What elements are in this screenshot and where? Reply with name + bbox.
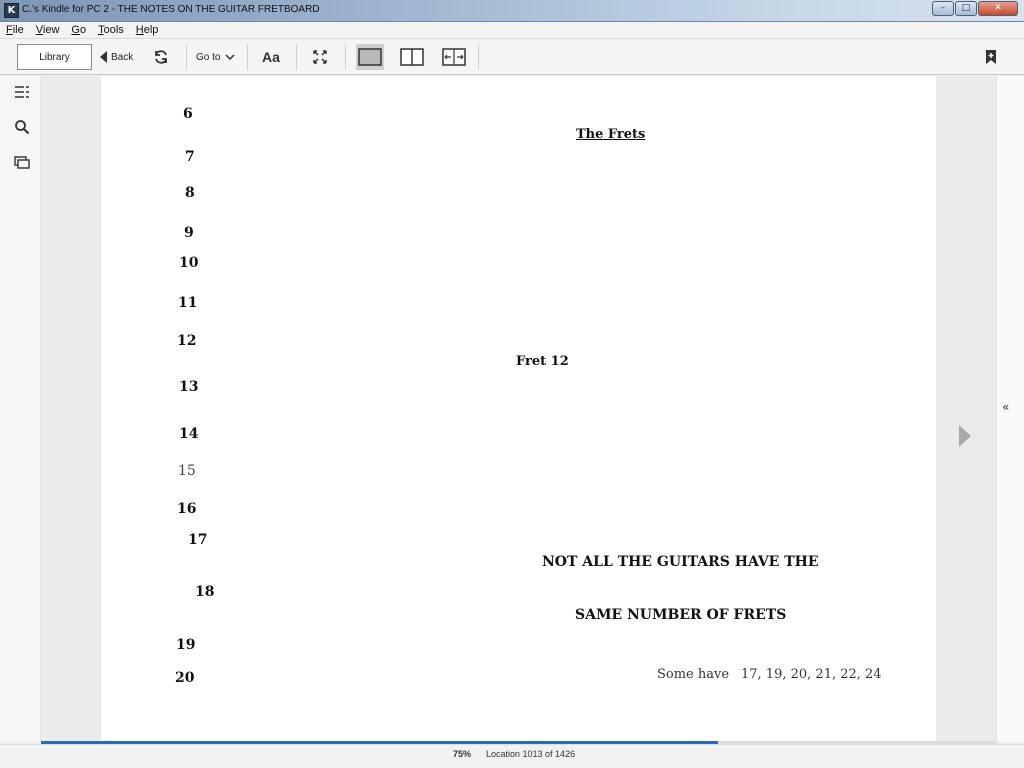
goto-button[interactable]: Go to bbox=[196, 47, 236, 67]
table-of-contents-icon bbox=[15, 86, 29, 98]
two-column-button[interactable] bbox=[398, 44, 426, 70]
wide-margins-icon bbox=[442, 48, 466, 66]
menu-file-key: F bbox=[6, 24, 13, 36]
menu-tools[interactable]: Tools bbox=[98, 24, 124, 36]
fret-number: 13 bbox=[179, 379, 199, 395]
maximize-button[interactable]: □ bbox=[955, 1, 977, 16]
left-sidebar bbox=[0, 76, 41, 742]
goto-label: Go to bbox=[196, 51, 221, 63]
sync-icon bbox=[155, 50, 167, 64]
menu-help-rest: elp bbox=[143, 24, 159, 36]
menu-bar: File View Go Tools Help bbox=[0, 22, 1024, 39]
fullscreen-button[interactable] bbox=[309, 46, 331, 68]
fret-number: 10 bbox=[179, 255, 199, 271]
library-button[interactable]: Library bbox=[17, 44, 92, 70]
fret-number: 18 bbox=[195, 584, 215, 600]
caps-line-2: SAME NUMBER OF FRETS bbox=[575, 607, 787, 623]
toolbar-divider bbox=[247, 44, 248, 70]
title-bar: K C.'s Kindle for PC 2 - THE NOTES ON TH… bbox=[0, 0, 1024, 22]
section-heading: The Frets bbox=[576, 127, 646, 142]
toolbar-divider bbox=[345, 44, 346, 70]
fret-number: 6 bbox=[183, 106, 193, 122]
fret-number: 12 bbox=[177, 333, 197, 349]
notebook-button[interactable] bbox=[14, 154, 32, 172]
location-text: Location 1013 of 1426 bbox=[486, 749, 576, 759]
fret-number: 19 bbox=[176, 637, 196, 653]
fret-number: 20 bbox=[175, 670, 195, 686]
menu-view-rest: iew bbox=[42, 24, 60, 36]
right-panel bbox=[996, 76, 1024, 742]
toolbar-divider bbox=[186, 44, 187, 70]
two-column-icon bbox=[400, 48, 424, 66]
back-button[interactable]: Back bbox=[100, 47, 133, 67]
notebook-icon bbox=[14, 156, 30, 169]
next-page-arrow-icon[interactable] bbox=[959, 425, 971, 447]
menu-file-rest: ile bbox=[12, 24, 24, 36]
back-arrow-icon bbox=[100, 51, 107, 63]
window-controls: – □ ✕ bbox=[931, 1, 1018, 16]
fret-number: 9 bbox=[184, 225, 194, 241]
toolbar-divider bbox=[478, 44, 479, 70]
bookmark-button[interactable] bbox=[980, 46, 1002, 68]
some-have-label: Some have bbox=[657, 667, 730, 682]
fret-number: 11 bbox=[178, 295, 198, 311]
toolbar: Library Back Go to Aa bbox=[0, 39, 1024, 75]
menu-file[interactable]: File bbox=[6, 24, 24, 36]
menu-view[interactable]: View bbox=[36, 24, 60, 36]
menu-go[interactable]: Go bbox=[71, 24, 86, 36]
fret-number: 16 bbox=[177, 501, 197, 517]
bookmark-add-icon bbox=[986, 50, 996, 64]
fret-number: 17 bbox=[188, 532, 208, 548]
progress-percent: 75% bbox=[453, 749, 472, 759]
caps-line-1: NOT ALL THE GUITARS HAVE THE bbox=[542, 554, 819, 570]
menu-go-rest: o bbox=[79, 24, 87, 36]
chevron-down-icon bbox=[225, 54, 235, 61]
wide-margins-button[interactable] bbox=[440, 44, 468, 70]
menu-view-key: V bbox=[35, 24, 43, 36]
search-button[interactable] bbox=[14, 119, 32, 137]
window-title: C.'s Kindle for PC 2 - THE NOTES ON THE … bbox=[22, 4, 320, 15]
toolbar-divider bbox=[296, 44, 297, 70]
expand-panel-button[interactable]: « bbox=[1002, 400, 1009, 414]
menu-help[interactable]: Help bbox=[136, 24, 159, 36]
fret-12-label: Fret 12 bbox=[516, 354, 569, 369]
single-column-icon bbox=[358, 48, 382, 66]
sync-button[interactable] bbox=[150, 46, 172, 68]
single-column-button[interactable] bbox=[356, 44, 384, 70]
kindle-app-icon: K bbox=[4, 3, 19, 18]
toc-button[interactable] bbox=[14, 84, 32, 102]
close-button[interactable]: ✕ bbox=[978, 1, 1018, 16]
fret-number: 15 bbox=[178, 463, 196, 479]
fret-number: 14 bbox=[179, 426, 199, 442]
fret-counts: 17, 19, 20, 21, 22, 24 bbox=[741, 667, 882, 682]
fullscreen-icon bbox=[313, 50, 327, 64]
minimize-button[interactable]: – bbox=[932, 1, 954, 16]
search-icon bbox=[15, 120, 30, 135]
menu-go-key: G bbox=[71, 24, 80, 36]
menu-help-key: H bbox=[135, 24, 144, 36]
back-label: Back bbox=[111, 51, 134, 63]
status-bar: 75% Location 1013 of 1426 bbox=[0, 744, 1024, 768]
fret-number: 8 bbox=[185, 185, 195, 201]
fret-number: 7 bbox=[185, 149, 195, 165]
font-settings-button[interactable]: Aa bbox=[259, 46, 283, 68]
book-page: 6 7 8 9 10 11 12 13 14 15 16 17 18 19 20… bbox=[101, 76, 936, 741]
menu-tools-rest: ools bbox=[103, 24, 124, 36]
